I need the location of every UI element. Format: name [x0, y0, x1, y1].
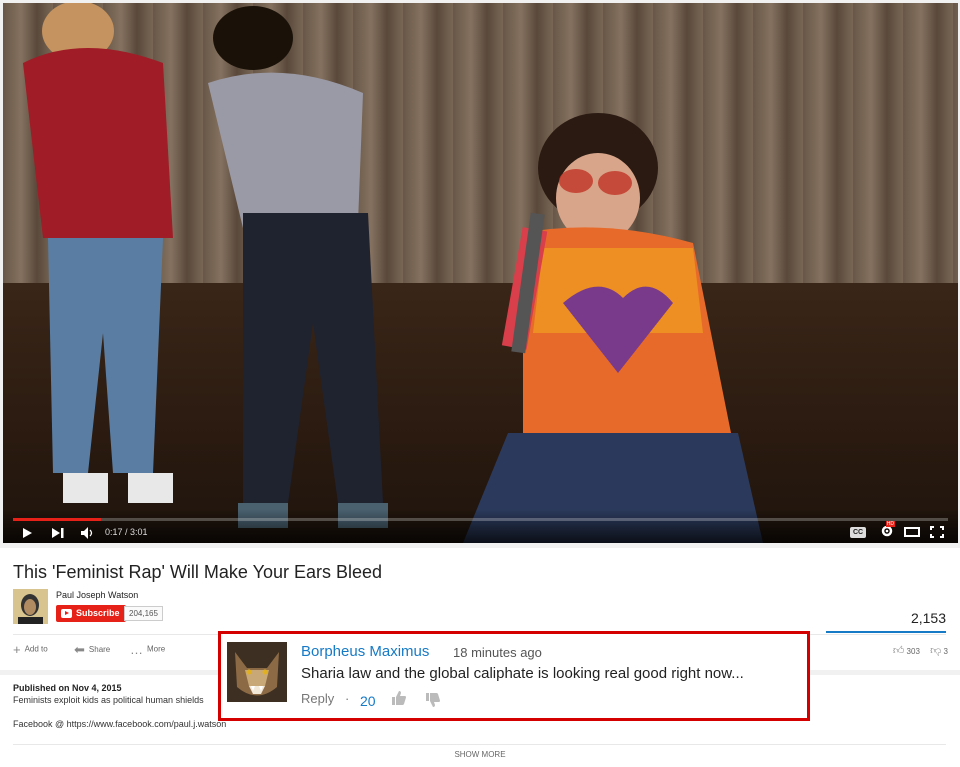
thumbs-down-icon[interactable]: 👎︎: [930, 645, 941, 657]
youtube-icon: [61, 609, 72, 618]
video-player[interactable]: 0:17 / 3:01 CC HD: [3, 3, 958, 543]
thumbs-up-icon[interactable]: [391, 690, 407, 706]
channel-name[interactable]: Paul Joseph Watson: [56, 590, 138, 600]
fullscreen-icon[interactable]: [930, 526, 944, 538]
more-button[interactable]: … More: [130, 642, 165, 657]
more-icon: …: [130, 642, 143, 657]
like-dislike: 👍︎ 303 👎︎ 3: [893, 644, 948, 657]
thumbs-down-icon[interactable]: [425, 692, 441, 708]
comment-text: Sharia law and the global caliphate is l…: [301, 665, 744, 682]
dislike-count: 3: [943, 647, 948, 656]
description-line-1: Feminists exploit kids as political huma…: [13, 695, 204, 705]
share-icon: ⬅: [74, 642, 85, 657]
comment-timestamp[interactable]: 18 minutes ago: [453, 645, 542, 660]
thumbs-up-icon[interactable]: 👍︎: [893, 645, 905, 657]
view-count: 2,153: [910, 610, 946, 626]
player-controls: 0:17 / 3:01 CC HD: [3, 509, 958, 543]
cc-icon[interactable]: CC: [850, 527, 866, 538]
commenter-avatar[interactable]: [227, 642, 287, 702]
sentiment-bar: [826, 631, 946, 633]
plus-icon: +: [13, 642, 21, 657]
like-count: 303: [906, 647, 920, 656]
comment-like-count: 20: [360, 693, 376, 709]
divider: [13, 744, 946, 745]
performer-middle: [208, 6, 388, 528]
comment-author[interactable]: Borpheus Maximus: [301, 643, 429, 660]
next-icon[interactable]: [51, 528, 65, 538]
share-button[interactable]: ⬅ Share: [74, 642, 110, 658]
progress-fill: [13, 518, 101, 521]
published-date: Published on Nov 4, 2015: [13, 683, 122, 693]
theater-icon[interactable]: [904, 527, 920, 537]
separator-dot: ·: [345, 691, 350, 706]
add-to-button[interactable]: + Add to: [13, 642, 48, 657]
subscribe-button[interactable]: Subscribe: [56, 605, 126, 622]
subscribe-label: Subscribe: [76, 608, 120, 618]
reply-button[interactable]: Reply: [301, 691, 334, 706]
highlighted-comment: Borpheus Maximus 18 minutes ago Sharia l…: [218, 631, 810, 721]
video-frame: [23, 3, 763, 543]
performer-singer: [463, 113, 763, 543]
play-icon[interactable]: [21, 527, 33, 539]
hd-badge: HD: [885, 521, 895, 527]
channel-avatar[interactable]: [13, 589, 48, 624]
subscriber-count: 204,165: [124, 606, 163, 621]
video-title: This 'Feminist Rap' Will Make Your Ears …: [13, 562, 383, 582]
youtube-watch-page: 0:17 / 3:01 CC HD This 'Feminist Rap' Wi…: [0, 0, 960, 767]
volume-icon[interactable]: [80, 527, 96, 539]
time-display: 0:17 / 3:01: [105, 527, 148, 537]
progress-bar[interactable]: [13, 518, 948, 521]
show-more-button[interactable]: SHOW MORE: [0, 750, 960, 759]
performer-left: [23, 3, 173, 503]
description-line-2[interactable]: Facebook @ https://www.facebook.com/paul…: [13, 719, 226, 729]
